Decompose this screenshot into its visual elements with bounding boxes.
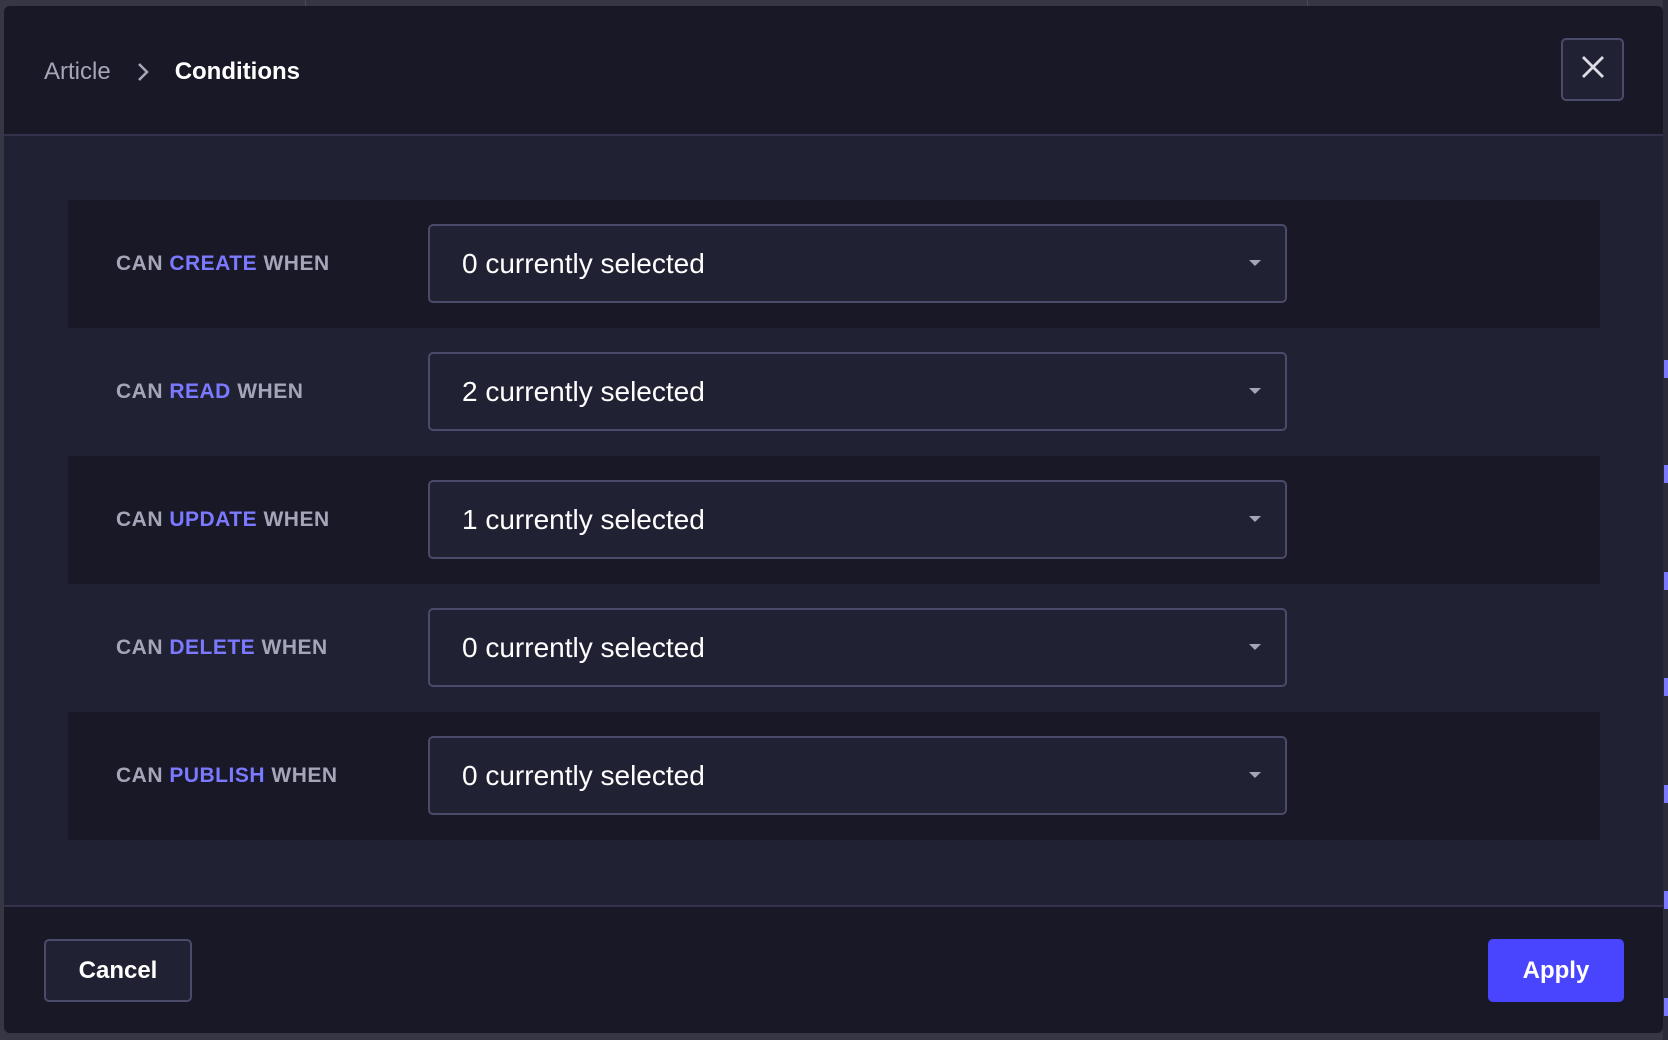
background-marker xyxy=(1664,785,1668,803)
caret-down-icon xyxy=(1249,260,1261,266)
breadcrumb-parent: Article xyxy=(44,58,111,85)
caret-down-icon xyxy=(1249,644,1261,650)
background-marker xyxy=(1664,998,1668,1016)
condition-row-publish: CAN PUBLISH WHEN 0 currently selected xyxy=(68,712,1600,840)
condition-select-delete[interactable]: 0 currently selected xyxy=(428,608,1287,687)
background-marker xyxy=(1664,891,1668,909)
select-value: 0 currently selected xyxy=(462,759,705,791)
select-value: 0 currently selected xyxy=(462,247,705,279)
conditions-list: CAN CREATE WHEN 0 currently selected CAN… xyxy=(68,200,1600,840)
condition-label: CAN CREATE WHEN xyxy=(116,252,330,275)
caret-down-icon xyxy=(1249,388,1261,394)
condition-select-update[interactable]: 1 currently selected xyxy=(428,480,1287,559)
caret-down-icon xyxy=(1249,516,1261,522)
breadcrumb: Article Conditions xyxy=(44,58,300,86)
close-button[interactable] xyxy=(1561,38,1624,101)
modal-header: Article Conditions xyxy=(4,6,1663,136)
condition-label: CAN UPDATE WHEN xyxy=(116,508,330,531)
condition-select-publish[interactable]: 0 currently selected xyxy=(428,736,1287,815)
condition-row-read: CAN READ WHEN 2 currently selected xyxy=(68,328,1600,456)
background-marker xyxy=(1664,572,1668,590)
select-value: 2 currently selected xyxy=(462,375,705,407)
modal-footer: Cancel Apply xyxy=(4,905,1663,1033)
condition-row-update: CAN UPDATE WHEN 1 currently selected xyxy=(68,456,1600,584)
condition-label: CAN DELETE WHEN xyxy=(116,636,328,659)
condition-row-delete: CAN DELETE WHEN 0 currently selected xyxy=(68,584,1600,712)
condition-select-read[interactable]: 2 currently selected xyxy=(428,352,1287,431)
condition-label: CAN PUBLISH WHEN xyxy=(116,764,338,787)
select-value: 1 currently selected xyxy=(462,503,705,535)
condition-row-create: CAN CREATE WHEN 0 currently selected xyxy=(68,200,1600,328)
background-marker xyxy=(1664,360,1668,378)
background-marker xyxy=(1664,678,1668,696)
chevron-right-icon xyxy=(137,62,149,82)
cancel-button[interactable]: Cancel xyxy=(44,939,192,1002)
caret-down-icon xyxy=(1249,772,1261,778)
breadcrumb-current: Conditions xyxy=(174,58,300,85)
apply-button[interactable]: Apply xyxy=(1488,939,1624,1002)
background-page-edge xyxy=(1663,0,1668,1040)
close-icon xyxy=(1580,54,1606,85)
condition-select-create[interactable]: 0 currently selected xyxy=(428,224,1287,303)
conditions-modal: Article Conditions CAN CREATE WHEN 0 cur… xyxy=(4,6,1663,1033)
background-marker xyxy=(1664,465,1668,483)
condition-label: CAN READ WHEN xyxy=(116,380,304,403)
select-value: 0 currently selected xyxy=(462,631,705,663)
